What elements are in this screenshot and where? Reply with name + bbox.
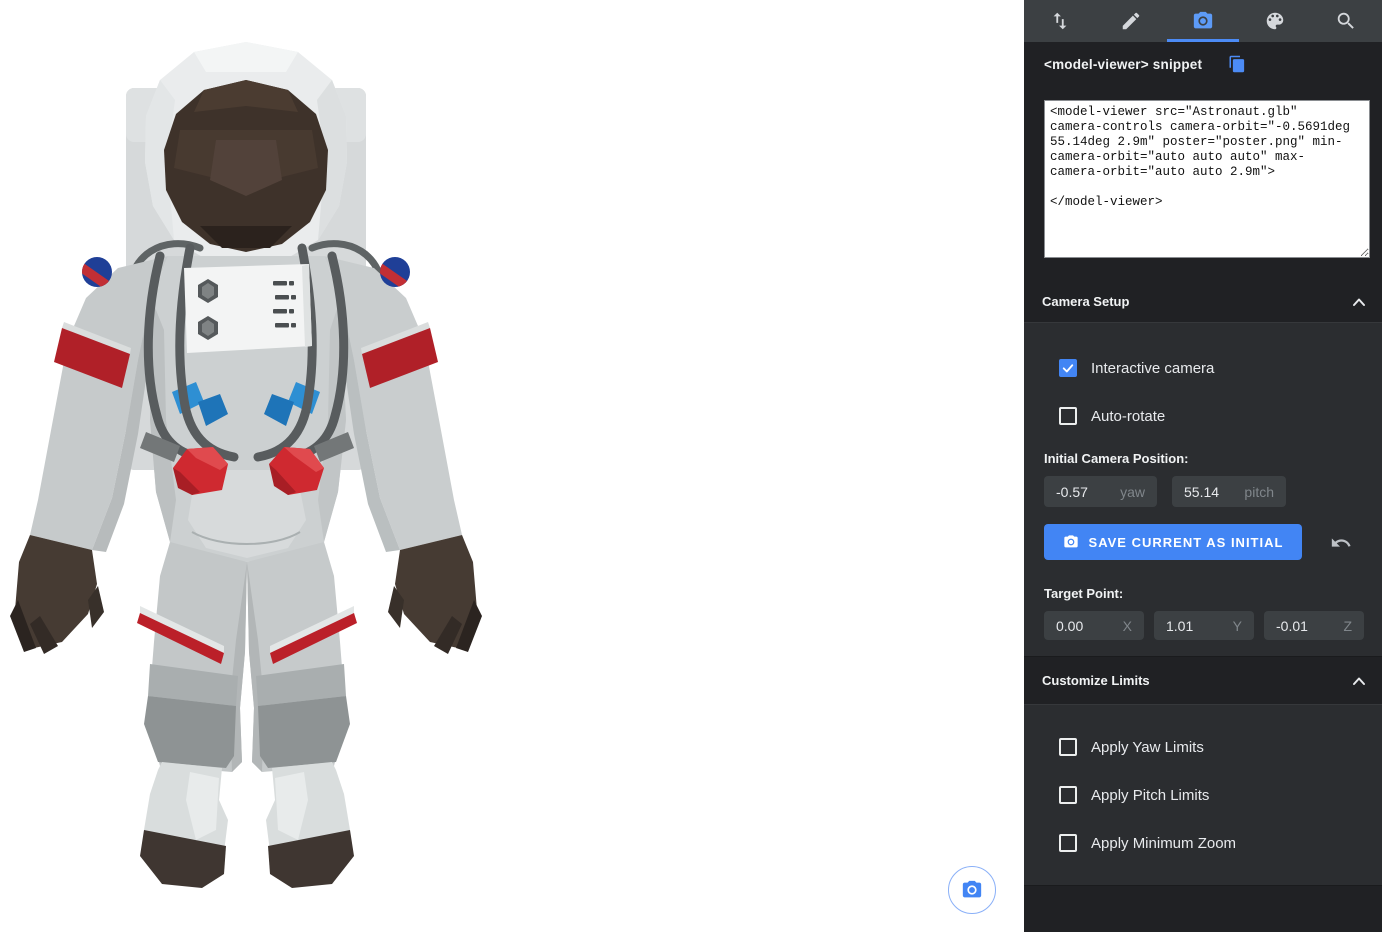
target-x-field[interactable]: X — [1044, 611, 1144, 640]
camera-icon — [1063, 534, 1079, 550]
pitch-unit-label: pitch — [1244, 484, 1274, 500]
pitch-field[interactable]: pitch — [1172, 476, 1286, 507]
apply-minimum-zoom-row[interactable]: Apply Minimum Zoom — [1059, 834, 1236, 852]
astronaut-left-leg — [137, 542, 247, 772]
checkmark-icon — [1061, 361, 1075, 375]
camera-setup-header[interactable]: Camera Setup — [1024, 281, 1382, 322]
chevron-up-icon[interactable] — [1352, 297, 1366, 307]
interactive-camera-row[interactable]: Interactive camera — [1059, 359, 1214, 377]
tab-camera[interactable] — [1167, 0, 1239, 42]
target-y-unit-label: Y — [1233, 618, 1242, 634]
camera-icon — [961, 879, 983, 901]
apply-yaw-limits-checkbox[interactable] — [1059, 738, 1077, 756]
initial-camera-position-label: Initial Camera Position: — [1044, 451, 1188, 466]
target-z-input[interactable] — [1276, 618, 1339, 634]
customize-limits-title: Customize Limits — [1042, 673, 1150, 688]
camera-setup-title: Camera Setup — [1042, 294, 1129, 309]
apply-pitch-limits-checkbox[interactable] — [1059, 786, 1077, 804]
apply-yaw-limits-label: Apply Yaw Limits — [1091, 739, 1204, 756]
interactive-camera-checkbox[interactable] — [1059, 359, 1077, 377]
yaw-field[interactable]: yaw — [1044, 476, 1157, 507]
copy-icon — [1228, 55, 1246, 73]
auto-rotate-label: Auto-rotate — [1091, 408, 1165, 425]
tab-edit[interactable] — [1096, 0, 1168, 42]
search-icon — [1335, 10, 1357, 32]
target-x-input[interactable] — [1056, 618, 1119, 634]
target-x-unit-label: X — [1123, 618, 1132, 634]
apply-minimum-zoom-label: Apply Minimum Zoom — [1091, 835, 1236, 852]
tab-import-export[interactable] — [1024, 0, 1096, 42]
swap-vertical-icon — [1049, 10, 1071, 32]
apply-yaw-limits-row[interactable]: Apply Yaw Limits — [1059, 738, 1204, 756]
chevron-up-icon[interactable] — [1352, 676, 1366, 686]
capture-poster-button[interactable] — [948, 866, 996, 914]
palette-icon — [1264, 10, 1286, 32]
undo-icon — [1330, 532, 1352, 554]
editor-panel: <model-viewer> snippet <model-viewer src… — [1024, 0, 1382, 932]
target-z-field[interactable]: Z — [1264, 611, 1364, 640]
pitch-input[interactable] — [1184, 484, 1240, 500]
tab-materials[interactable] — [1239, 0, 1311, 42]
revert-initial-camera-button[interactable] — [1328, 530, 1354, 556]
save-button-label: SAVE CURRENT AS INITIAL — [1089, 535, 1284, 550]
customize-limits-section: Apply Yaw Limits Apply Pitch Limits Appl… — [1024, 704, 1382, 886]
snippet-title: <model-viewer> snippet — [1044, 57, 1202, 72]
auto-rotate-row[interactable]: Auto-rotate — [1059, 407, 1165, 425]
astronaut-right-boot — [266, 762, 354, 888]
apply-pitch-limits-row[interactable]: Apply Pitch Limits — [1059, 786, 1209, 804]
apply-pitch-limits-label: Apply Pitch Limits — [1091, 787, 1209, 804]
snippet-code-textarea[interactable]: <model-viewer src="Astronaut.glb" camera… — [1044, 100, 1370, 258]
tab-inspector[interactable] — [1310, 0, 1382, 42]
astronaut-left-boot — [140, 762, 228, 888]
camera-icon — [1192, 10, 1214, 32]
model-viewer-editor: <model-viewer> snippet <model-viewer src… — [0, 0, 1382, 932]
edit-pencil-icon — [1120, 10, 1142, 32]
yaw-input[interactable] — [1056, 484, 1116, 500]
astronaut-model[interactable] — [0, 0, 512, 932]
auto-rotate-checkbox[interactable] — [1059, 407, 1077, 425]
astronaut-right-glove — [388, 535, 482, 654]
astronaut-left-glove — [10, 535, 104, 654]
astronaut-visor — [164, 80, 328, 252]
save-current-as-initial-button[interactable]: SAVE CURRENT AS INITIAL — [1044, 524, 1302, 560]
target-point-label: Target Point: — [1044, 586, 1123, 601]
interactive-camera-label: Interactive camera — [1091, 360, 1214, 377]
astronaut-chest-panel — [184, 264, 312, 353]
panel-toolbar — [1024, 0, 1382, 42]
customize-limits-header[interactable]: Customize Limits — [1024, 657, 1382, 704]
astronaut-right-leg — [247, 542, 357, 772]
target-y-input[interactable] — [1166, 618, 1229, 634]
apply-minimum-zoom-checkbox[interactable] — [1059, 834, 1077, 852]
yaw-unit-label: yaw — [1120, 484, 1145, 500]
camera-setup-section: Interactive camera Auto-rotate Initial C… — [1024, 322, 1382, 657]
target-z-unit-label: Z — [1343, 618, 1352, 634]
copy-snippet-button[interactable] — [1228, 55, 1246, 73]
target-y-field[interactable]: Y — [1154, 611, 1254, 640]
model-viewport[interactable] — [0, 0, 1024, 932]
